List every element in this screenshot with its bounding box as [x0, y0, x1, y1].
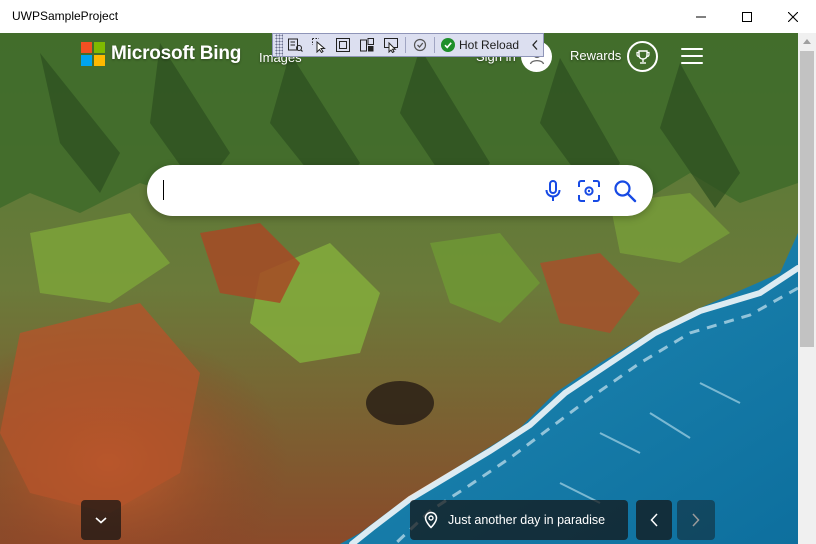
collapse-toolbar-button[interactable]: [527, 34, 543, 56]
bing-logo[interactable]: Microsoft Bing: [81, 42, 241, 66]
logo-square-green: [94, 42, 105, 53]
minimize-button[interactable]: [678, 0, 724, 33]
display-layout-adorners-icon: [336, 38, 350, 52]
checkmark-icon: [444, 42, 452, 49]
rewards-button[interactable]: [627, 41, 658, 72]
chevron-right-icon: [692, 513, 700, 527]
location-pin-icon: [424, 511, 438, 529]
visual-search-icon: [578, 180, 600, 202]
track-focus-button[interactable]: [355, 34, 379, 56]
logo-square-yellow: [94, 55, 105, 66]
close-button[interactable]: [770, 0, 816, 33]
maximize-button[interactable]: [724, 0, 770, 33]
logo-square-blue: [81, 55, 92, 66]
toolbar-grip[interactable]: [275, 34, 283, 56]
rewards-trophy-icon: [635, 49, 650, 64]
webview: Microsoft Bing Images Sign in Rewards: [0, 33, 816, 544]
toolbar-separator: [405, 37, 406, 53]
binding-failures-button[interactable]: [408, 34, 432, 56]
preview-selection-button[interactable]: [379, 34, 403, 56]
chevron-left-icon: [532, 40, 538, 50]
image-caption-button[interactable]: Just another day in paradise: [410, 500, 628, 540]
scroll-thumb[interactable]: [800, 51, 814, 347]
track-focus-icon: [360, 38, 374, 52]
preview-selection-icon: [384, 38, 398, 53]
rewards-link[interactable]: Rewards: [570, 48, 621, 63]
minimize-icon: [696, 16, 706, 17]
close-icon: [788, 11, 798, 22]
scroll-up-arrow-icon: [803, 39, 811, 44]
select-element-button[interactable]: [307, 34, 331, 56]
app-title: UWPSampleProject: [12, 9, 119, 23]
search-box[interactable]: [147, 165, 653, 216]
window-titlebar: UWPSampleProject: [0, 0, 816, 33]
binding-failures-icon: [413, 38, 427, 52]
layout-adorners-button[interactable]: [331, 34, 355, 56]
microsoft-logo-icon: [81, 42, 105, 66]
live-visual-tree-button[interactable]: [283, 34, 307, 56]
text-caret: [163, 180, 164, 200]
chevron-left-icon: [650, 513, 658, 527]
menu-icon: [681, 48, 703, 50]
visual-search-button[interactable]: [575, 177, 603, 205]
previous-image-button[interactable]: [636, 500, 672, 540]
vertical-scrollbar[interactable]: [798, 33, 816, 544]
select-element-icon: [312, 38, 326, 53]
menu-button[interactable]: [681, 47, 703, 65]
toolbar-separator: [434, 37, 435, 53]
search-button[interactable]: [611, 177, 639, 205]
logo-square-red: [81, 42, 92, 53]
chevron-down-icon: [95, 517, 107, 524]
scroll-up-button[interactable]: [798, 33, 816, 50]
xaml-debug-toolbar: Hot Reload: [272, 33, 544, 57]
search-input[interactable]: [163, 174, 523, 207]
voice-search-button[interactable]: [539, 177, 567, 205]
expand-button[interactable]: [81, 500, 121, 540]
background-image: [0, 33, 798, 544]
maximize-icon: [742, 11, 752, 22]
hot-reload-label: Hot Reload: [459, 38, 520, 52]
brand-name: Microsoft Bing: [111, 43, 242, 64]
search-icon: [614, 180, 637, 203]
next-image-button[interactable]: [677, 500, 715, 540]
image-caption: Just another day in paradise: [448, 513, 606, 527]
live-visual-tree-icon: [288, 38, 303, 52]
microphone-icon: [545, 180, 561, 201]
hot-reload-status-icon: [441, 38, 455, 52]
hot-reload-button[interactable]: Hot Reload: [437, 34, 523, 56]
